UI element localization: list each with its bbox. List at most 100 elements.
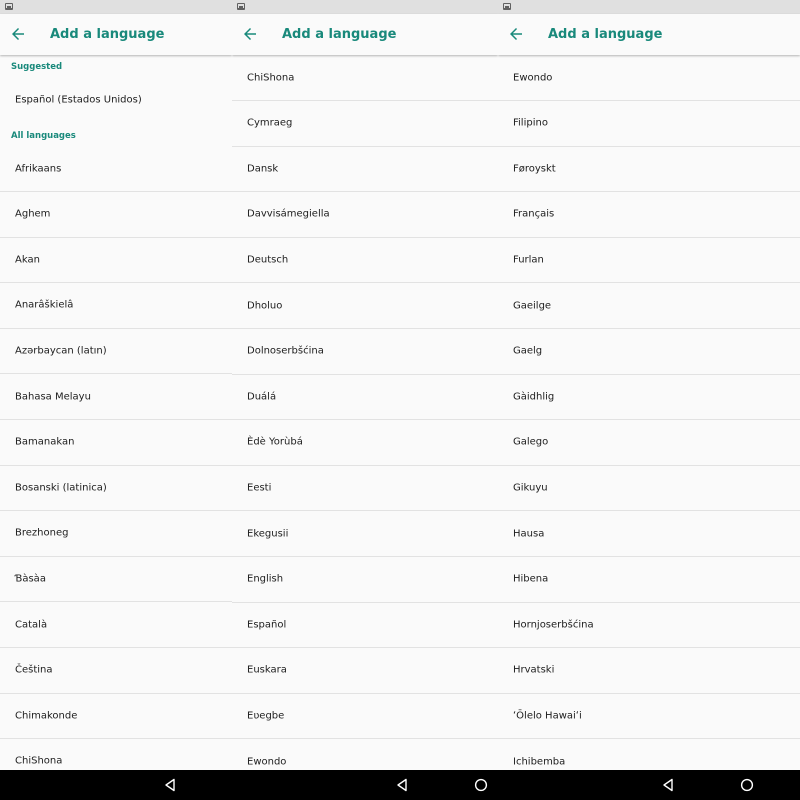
list-item[interactable]: Dholuo	[232, 283, 498, 329]
nav-back-icon[interactable]	[660, 777, 676, 793]
language-label: Èdè Yorùbá	[247, 436, 303, 448]
language-label: Gàidhlig	[513, 391, 555, 403]
language-list[interactable]: Ewondo Filipino Føroyskt Français Furlan Gaei…	[498, 56, 800, 770]
language-label: Gaelg	[513, 345, 543, 357]
language-label: English	[247, 573, 284, 585]
list-item[interactable]: Filipino	[498, 101, 800, 147]
language-label: ʻŌlelo Hawaiʻi	[513, 710, 582, 722]
list-item[interactable]: Dolnoserbšćina	[232, 329, 498, 375]
nav-home-icon[interactable]	[473, 777, 489, 793]
nav-back-icon[interactable]	[162, 777, 178, 793]
list-item[interactable]: Català	[0, 602, 232, 648]
list-item[interactable]: Aghem	[0, 192, 232, 238]
list-item[interactable]: Ekegusii	[232, 511, 498, 557]
language-label: Gikuyu	[513, 482, 548, 494]
list-item[interactable]: Azərbaycan (latın)	[0, 328, 232, 375]
list-item[interactable]: Español (Estados Unidos)	[0, 77, 232, 123]
language-label: Eʋegbe	[247, 710, 285, 722]
language-label: Ɓàsàa	[15, 573, 46, 585]
list-item[interactable]: Euskara	[232, 648, 498, 694]
list-item[interactable]: Gaeilge	[498, 283, 800, 329]
list-item[interactable]: Español	[232, 602, 498, 649]
list-item[interactable]: English	[232, 557, 498, 603]
language-label: Bamanakan	[15, 436, 75, 448]
list-item[interactable]: Furlan	[498, 237, 800, 284]
language-label: Ichibemba	[513, 756, 566, 767]
image-icon	[237, 3, 245, 10]
language-label: Galego	[513, 436, 549, 448]
list-item[interactable]: Chimakonde	[0, 693, 232, 740]
language-label: Anarâškielâ	[15, 299, 74, 311]
image-icon	[503, 3, 511, 10]
language-label: Hornjoserbšćina	[513, 619, 594, 631]
list-item[interactable]: Ewondo	[498, 55, 800, 101]
language-label: Español (Estados Unidos)	[15, 94, 142, 106]
image-icon	[5, 3, 13, 10]
list-item[interactable]: Anarâškielâ	[0, 283, 232, 329]
language-label: Eesti	[247, 482, 272, 494]
list-item[interactable]: Deutsch	[232, 237, 498, 284]
list-item[interactable]: Čeština	[0, 648, 232, 694]
list-item[interactable]: Føroyskt	[498, 146, 800, 193]
list-item[interactable]: Bahasa Melayu	[0, 374, 232, 420]
list-item[interactable]: Brezhoneg	[0, 511, 232, 557]
arrow-back-icon[interactable]	[241, 24, 259, 44]
page-title: Add a language	[548, 27, 663, 42]
list-item[interactable]: Ichibemba	[498, 739, 800, 770]
arrow-back-icon[interactable]	[9, 24, 27, 44]
list-item[interactable]: Hrvatski	[498, 648, 800, 694]
language-label: Furlan	[513, 254, 544, 266]
list-item[interactable]: Bosanski (latinica)	[0, 465, 232, 512]
list-item[interactable]: Cymraeg	[232, 101, 498, 147]
list-item[interactable]: Bamanakan	[0, 420, 232, 466]
list-item[interactable]: Eesti	[232, 465, 498, 512]
list-item[interactable]: ChiShona	[0, 739, 232, 770]
list-item[interactable]: Gaelg	[498, 329, 800, 375]
list-item[interactable]: Dansk	[232, 146, 498, 193]
language-label: Føroyskt	[513, 163, 556, 175]
language-label: Aghem	[15, 208, 51, 220]
list-item[interactable]: Duálá	[232, 374, 498, 421]
language-label: Akan	[15, 254, 40, 266]
list-item[interactable]: Ewondo	[232, 739, 498, 770]
language-label: Davvisámegiella	[247, 208, 330, 220]
panel-3: Add a language Ewondo Filipino Føroyskt Fra…	[498, 0, 800, 770]
language-list[interactable]: Suggested Español (Estados Unidos) All l…	[0, 56, 232, 770]
list-item[interactable]: Hornjoserbšćina	[498, 602, 800, 649]
arrow-back-icon[interactable]	[507, 24, 525, 44]
list-item[interactable]: Davvisámegiella	[232, 192, 498, 238]
list-item[interactable]: Eʋegbe	[232, 693, 498, 740]
language-label: Hausa	[513, 528, 545, 539]
language-label: Čeština	[15, 664, 53, 676]
language-label: Afrikaans	[15, 163, 62, 174]
list-item[interactable]: Galego	[498, 420, 800, 466]
language-label: Deutsch	[247, 254, 289, 266]
language-label: Hibena	[513, 573, 549, 585]
language-label: Duálá	[247, 391, 277, 403]
panel-1: Add a language Suggested Español (Estado…	[0, 0, 232, 770]
language-label: Gaeilge	[513, 300, 552, 311]
app-bar: Add a language	[498, 14, 800, 55]
language-label: Español	[247, 619, 287, 631]
list-item[interactable]: Français	[498, 192, 800, 238]
list-item[interactable]: ʻŌlelo Hawaiʻi	[498, 693, 800, 740]
nav-back-icon[interactable]	[394, 777, 410, 793]
list-item[interactable]: ChiShona	[232, 55, 498, 101]
list-item[interactable]: Hausa	[498, 511, 800, 557]
language-label: ChiShona	[15, 755, 63, 767]
list-item[interactable]: Gikuyu	[498, 465, 800, 512]
language-label: Hrvatski	[513, 664, 555, 676]
nav-home-icon[interactable]	[739, 777, 755, 793]
list-item[interactable]: Afrikaans	[0, 146, 232, 192]
language-label: Ewondo	[513, 72, 553, 83]
list-item[interactable]: Ɓàsàa	[0, 556, 232, 603]
list-item[interactable]: Gàidhlig	[498, 374, 800, 421]
list-item[interactable]: Akan	[0, 237, 232, 284]
suggested-header: Suggested	[11, 62, 63, 72]
language-list[interactable]: ChiShona Cymraeg Dansk Davvisámegiella Deuts…	[232, 56, 498, 770]
list-item[interactable]: Èdè Yorùbá	[232, 420, 498, 466]
language-label: Català	[15, 619, 48, 630]
list-item[interactable]: Hibena	[498, 557, 800, 603]
panel-2: Add a language ChiShona Cymraeg Dansk Davvi…	[232, 0, 498, 770]
language-label: Français	[513, 208, 555, 220]
